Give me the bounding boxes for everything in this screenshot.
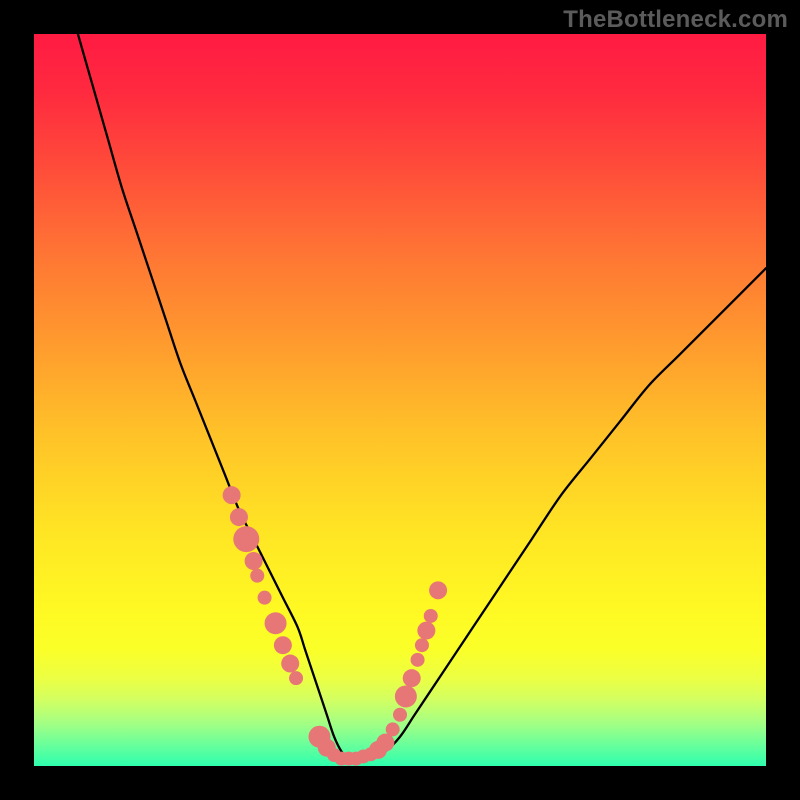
watermark: TheBottleneck.com — [563, 6, 788, 34]
marker-point — [395, 685, 417, 707]
curve-layer — [34, 34, 766, 766]
marker-point — [245, 552, 263, 570]
chart-frame: TheBottleneck.com — [0, 0, 800, 800]
marker-point — [393, 708, 407, 722]
marker-point — [223, 486, 241, 504]
marker-point — [230, 508, 248, 526]
marker-point — [281, 655, 299, 673]
plot-area — [34, 34, 766, 766]
marker-point — [250, 569, 264, 583]
marker-point — [411, 653, 425, 667]
marker-point — [415, 638, 429, 652]
marker-point — [417, 622, 435, 640]
marker-point — [289, 671, 303, 685]
marker-point — [429, 581, 447, 599]
marker-point — [403, 669, 421, 687]
marker-point — [265, 612, 287, 634]
marker-point — [258, 591, 272, 605]
marker-point — [274, 636, 292, 654]
marker-point — [386, 722, 400, 736]
marker-group — [223, 486, 447, 766]
marker-point — [233, 526, 259, 552]
marker-point — [424, 609, 438, 623]
